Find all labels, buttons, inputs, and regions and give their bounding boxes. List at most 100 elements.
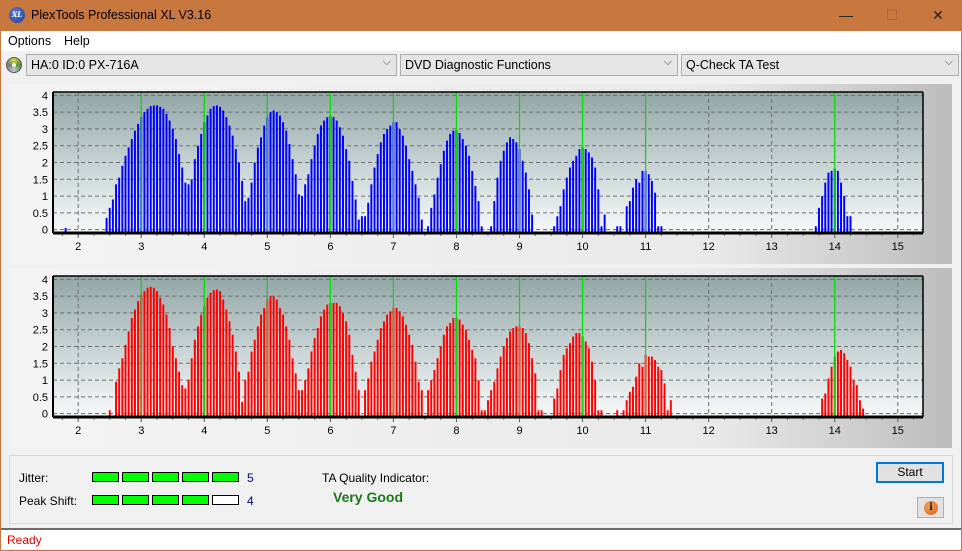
histogram-bar: [297, 390, 300, 417]
histogram-bar: [395, 307, 398, 417]
test-select[interactable]: Q-Check TA Test ⌵: [681, 54, 959, 76]
histogram-bar: [291, 358, 294, 417]
histogram-bar: [575, 155, 578, 233]
histogram-bar: [515, 326, 518, 417]
y-tick-label: 1.5: [33, 174, 48, 186]
y-tick-label: 1.5: [33, 358, 48, 370]
close-button[interactable]: ✕: [915, 0, 961, 31]
histogram-bar: [383, 133, 385, 233]
start-button[interactable]: Start: [876, 462, 944, 483]
histogram-bar: [398, 311, 401, 417]
histogram-bar: [370, 361, 373, 417]
histogram-bar: [241, 180, 244, 233]
histogram-bar: [487, 400, 489, 417]
peak-shift-meter: [92, 495, 239, 505]
histogram-bar: [316, 133, 319, 233]
upper-ta-chart: 0 0.5 1 1.5 2 2.5 3 3.5 4 2 3 4 5 6 7 8 9 10 11 12 13 14 15: [33, 90, 924, 253]
x-tick-label: 9: [516, 241, 522, 253]
toolbar: HA:0 ID:0 PX-716A ⌵ DVD Diagnostic Funct…: [1, 52, 961, 78]
upper-chart-panel: 0 0.5 1 1.5 2 2.5 3 3.5 4 2 3 4 5 6 7 8 9 10 11 12 13 14 15: [9, 84, 952, 264]
histogram-bar: [531, 214, 534, 233]
histogram-bar: [222, 110, 225, 233]
maximize-button[interactable]: ☐: [869, 0, 915, 31]
meter-segment: [182, 495, 209, 505]
histogram-bar: [584, 341, 587, 417]
histogram-bar: [821, 398, 824, 417]
menu-options[interactable]: Options: [8, 34, 51, 48]
histogram-bar: [168, 120, 171, 233]
histogram-bar: [591, 361, 593, 417]
histogram-bar: [836, 170, 839, 233]
histogram-bar: [578, 333, 581, 417]
histogram-bar: [840, 182, 843, 233]
function-select[interactable]: DVD Diagnostic Functions ⌵: [400, 54, 678, 76]
histogram-bar: [638, 182, 641, 233]
histogram-bar: [515, 142, 518, 233]
minimize-button[interactable]: —: [823, 0, 869, 31]
jitter-label: Jitter:: [19, 471, 49, 485]
histogram-bar: [830, 366, 833, 417]
histogram-bar: [373, 351, 376, 417]
y-tick-label: 2: [42, 158, 48, 170]
histogram-bar: [849, 216, 852, 233]
histogram-bar: [650, 180, 653, 233]
histogram-bar: [376, 339, 379, 417]
x-tick-label: 8: [453, 425, 459, 437]
histogram-bar: [357, 390, 360, 417]
histogram-bar: [133, 309, 136, 417]
histogram-bar: [594, 380, 597, 417]
histogram-bar: [219, 106, 222, 233]
x-tick-label: 10: [576, 241, 588, 253]
meter-segment: [152, 472, 179, 482]
meter-segment: [212, 472, 239, 482]
histogram-bar: [272, 296, 275, 417]
histogram-bar: [335, 120, 338, 233]
histogram-bar: [285, 130, 288, 233]
histogram-bar: [323, 120, 326, 233]
histogram-bar: [521, 160, 524, 233]
histogram-bar: [197, 326, 199, 417]
histogram-bar: [197, 145, 199, 233]
x-tick-label: 15: [892, 425, 904, 437]
histogram-bar: [628, 391, 631, 417]
histogram-bar: [524, 333, 527, 417]
x-tick-label: 7: [390, 425, 396, 437]
histogram-bar: [436, 358, 439, 417]
histogram-bar: [342, 312, 344, 417]
y-tick-label: 0: [42, 409, 48, 421]
histogram-bar: [143, 112, 146, 233]
histogram-bar: [417, 197, 420, 233]
histogram-bar: [464, 145, 467, 233]
histogram-bar: [846, 359, 849, 417]
histogram-bar: [297, 194, 300, 233]
histogram-bar: [534, 373, 537, 417]
histogram-bar: [291, 159, 294, 233]
optical-disc-icon: [6, 57, 22, 73]
y-tick-label: 2.5: [33, 325, 48, 337]
histogram-bar: [234, 149, 237, 233]
histogram-bar: [162, 108, 165, 233]
histogram-bar: [496, 368, 499, 417]
histogram-bar: [449, 323, 452, 417]
histogram-bar: [474, 358, 477, 417]
menu-help[interactable]: Help: [64, 34, 90, 48]
histogram-bar: [178, 154, 181, 233]
histogram-bar: [439, 346, 442, 417]
histogram-bar: [379, 142, 382, 233]
y-tick-label: 2: [42, 342, 48, 354]
histogram-bar: [471, 170, 474, 233]
histogram-bar: [146, 108, 149, 233]
histogram-bar: [490, 390, 493, 417]
histogram-bar: [360, 216, 363, 233]
histogram-bar: [647, 174, 650, 233]
drive-select[interactable]: HA:0 ID:0 PX-716A ⌵: [26, 54, 397, 76]
histogram-bar: [405, 145, 408, 233]
results-panel: Jitter: 5 Peak Shift: 4 TA Quality Indic…: [9, 455, 953, 524]
histogram-bar: [512, 139, 515, 233]
histogram-bar: [146, 287, 149, 417]
x-tick-label: 12: [703, 241, 715, 253]
histogram-bar: [193, 339, 196, 417]
histogram-bar: [499, 160, 502, 233]
info-button[interactable]: i: [917, 497, 944, 518]
histogram-bar: [159, 297, 162, 417]
